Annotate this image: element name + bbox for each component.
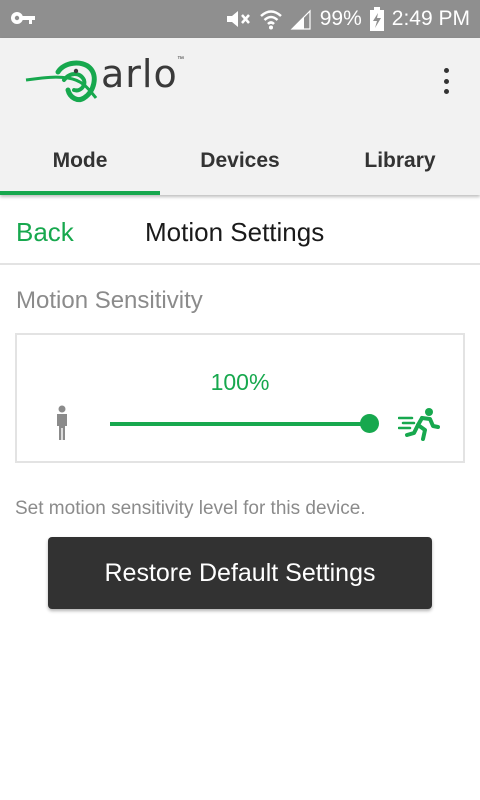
- page-header: Back Motion Settings: [0, 199, 480, 265]
- menu-dot: [443, 78, 449, 84]
- logo-text: arlo: [101, 52, 178, 96]
- tab-library[interactable]: Library: [320, 126, 480, 195]
- person-standing-icon: [57, 405, 67, 440]
- back-button[interactable]: Back: [16, 217, 74, 248]
- app-bar: arlo ™ Mode Devices Library: [0, 38, 480, 195]
- menu-dot: [443, 68, 449, 73]
- mute-icon: [226, 11, 250, 27]
- sensitivity-card: [15, 333, 465, 463]
- person-running-icon: [398, 408, 440, 441]
- arlo-bird-logo-icon: [25, 60, 98, 103]
- wifi-icon: [259, 10, 282, 30]
- key-icon: [11, 12, 35, 24]
- overflow-menu-icon[interactable]: [434, 66, 458, 96]
- status-bar: 99% 2:49 PM: [0, 0, 480, 38]
- cell-signal-icon: [290, 9, 311, 30]
- menu-dot: [443, 89, 449, 94]
- battery-percent: 99%: [319, 7, 362, 30]
- page-title: Motion Settings: [145, 217, 325, 247]
- logo-trademark: ™: [177, 56, 184, 63]
- tab-mode[interactable]: Mode: [0, 126, 160, 195]
- status-time: 2:49 PM: [391, 7, 470, 30]
- restore-defaults-button[interactable]: Restore Default Settings: [48, 537, 432, 609]
- motion-sensitivity-label: Motion Sensitivity: [16, 287, 203, 314]
- sensitivity-slider-thumb[interactable]: [360, 414, 379, 433]
- tab-bar: Mode Devices Library: [0, 126, 480, 195]
- battery-charging-icon: [369, 7, 384, 31]
- sensitivity-slider-track[interactable]: [110, 422, 370, 426]
- sensitivity-value: 100%: [210, 369, 270, 395]
- tab-devices[interactable]: Devices: [160, 126, 320, 195]
- help-text: Set motion sensitivity level for this de…: [15, 498, 366, 519]
